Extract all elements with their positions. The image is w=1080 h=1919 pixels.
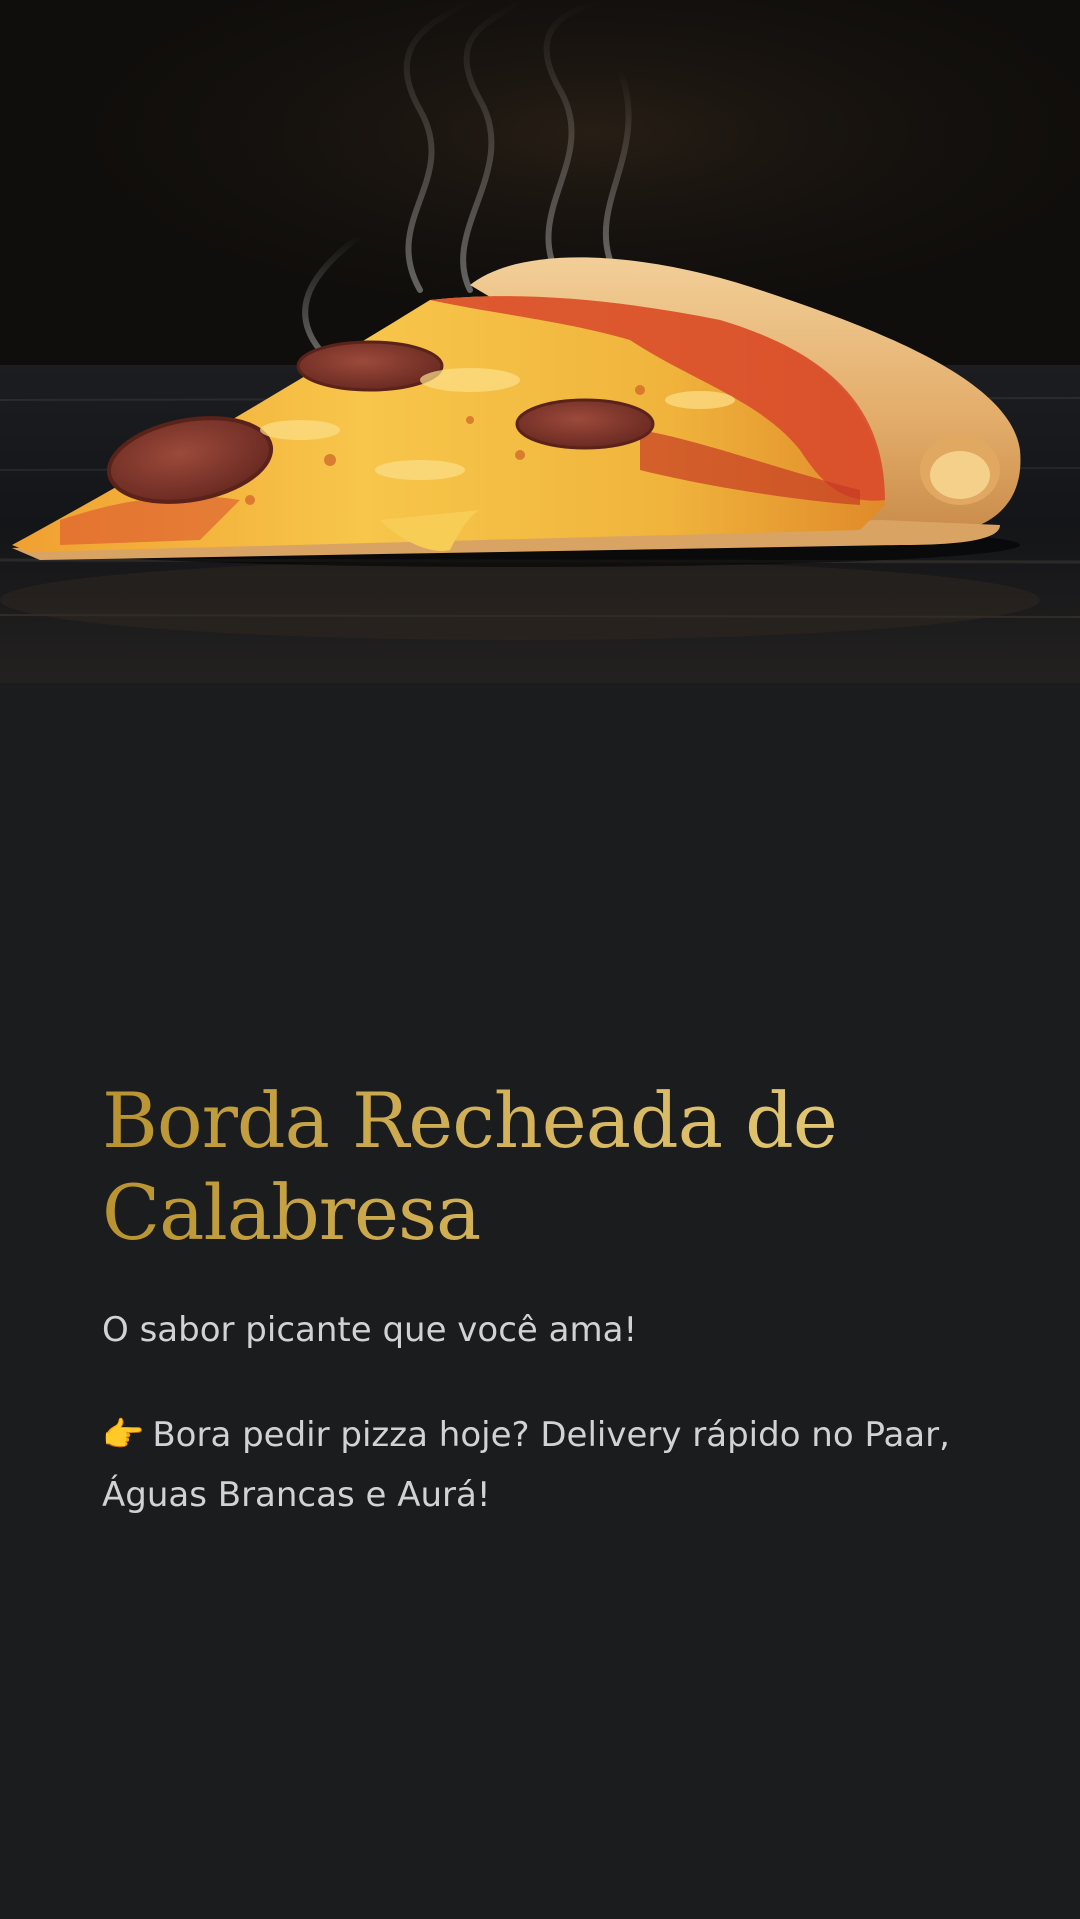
pointing-hand-icon: 👉: [102, 1415, 145, 1455]
delivery-message: 👉 Bora pedir pizza hoje? Delivery rápido …: [102, 1405, 982, 1525]
product-tagline: O sabor picante que você ama!: [102, 1310, 638, 1350]
pizza-slice-photo: [0, 0, 1080, 683]
promo-content: Borda Recheada de Calabresa O sabor pica…: [0, 683, 1080, 1919]
product-title: Borda Recheada de Calabresa: [102, 1075, 982, 1259]
delivery-text: Bora pedir pizza hoje? Delivery rápido n…: [102, 1415, 950, 1515]
hero-image: [0, 0, 1080, 683]
